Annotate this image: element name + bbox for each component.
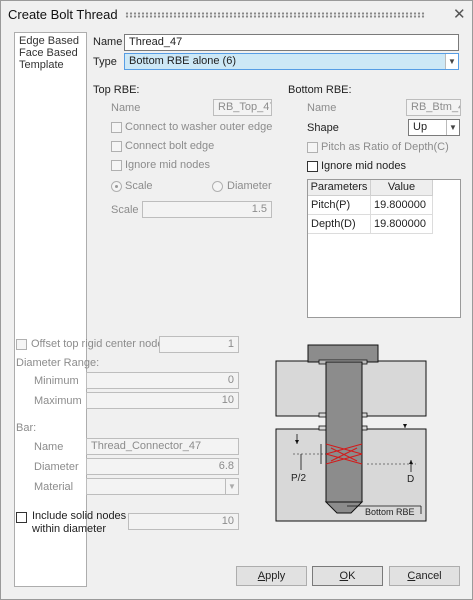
table-cell-value[interactable]: 19.800000 (371, 215, 433, 234)
bottom-rbe-name-label: Name (307, 102, 337, 114)
close-icon[interactable]: ✕ (453, 5, 466, 23)
name-input[interactable]: Thread_47 (124, 34, 459, 51)
top-rbe-name-label: Name (111, 102, 141, 114)
connect-bolt-checkbox[interactable] (111, 141, 122, 152)
name-label: Name (93, 36, 123, 48)
title-bar[interactable]: Create Bolt Thread ✕ (1, 1, 472, 29)
parameters-table[interactable]: Parameters Value Pitch(P) 19.800000 Dept… (307, 179, 461, 318)
minimum-label: Minimum (34, 375, 79, 387)
cancel-button[interactable]: Cancel (389, 566, 460, 586)
ok-button[interactable]: OK (312, 566, 383, 586)
table-header-parameters: Parameters (308, 180, 371, 196)
method-item-face-based[interactable]: Face Based (19, 47, 78, 59)
top-ignore-mid-checkbox[interactable] (111, 160, 122, 171)
type-select[interactable]: Bottom RBE alone (6) ▼ (124, 53, 459, 70)
connect-washer-checkbox[interactable] (111, 122, 122, 133)
diagram-d-label: D (407, 474, 415, 485)
top-rbe-header: Top RBE: (93, 84, 140, 96)
bar-material-label: Material (34, 481, 74, 493)
table-cell-value[interactable]: 19.800000 (371, 196, 433, 215)
create-bolt-thread-dialog: Create Bolt Thread ✕ Edge Based Face Bas… (0, 0, 473, 600)
table-header-value: Value (371, 180, 433, 196)
offset-checkbox[interactable] (16, 339, 27, 350)
top-rbe-name-input[interactable]: RB_Top_47 (213, 99, 272, 116)
type-select-value: Bottom RBE alone (6) (129, 55, 236, 67)
bolt-diagram (275, 344, 427, 522)
bar-diameter-label: Diameter (34, 461, 79, 473)
bottom-rbe-name-input[interactable]: RB_Btm_47 (406, 99, 461, 116)
solid-nodes-diameter-input[interactable]: 10 (128, 513, 239, 530)
scale-input[interactable]: 1.5 (142, 201, 272, 218)
bottom-ignore-mid-checkbox[interactable] (307, 161, 318, 172)
dialog-title: Create Bolt Thread (8, 7, 118, 22)
diagram-p-label: P/2 (291, 473, 307, 484)
chevron-down-icon[interactable]: ▼ (225, 479, 238, 494)
shape-label: Shape (307, 122, 339, 134)
maximum-input[interactable]: 10 (86, 392, 239, 409)
include-solid-nodes-label-1: Include solid nodes (32, 510, 127, 522)
type-label: Type (93, 56, 117, 68)
method-list[interactable]: Edge Based Face Based Template (14, 32, 87, 587)
maximum-label: Maximum (34, 395, 82, 407)
bar-header: Bar: (16, 422, 37, 434)
apply-button[interactable]: Apply (236, 566, 307, 586)
scale-radio-label: Scale (125, 180, 153, 192)
bar-name-label: Name (34, 441, 64, 453)
shape-select-value: Up (413, 121, 428, 133)
connect-washer-label: Connect to washer outer edge (125, 121, 273, 133)
shape-select[interactable]: Up ▼ (408, 119, 460, 136)
include-solid-nodes-checkbox[interactable] (16, 512, 27, 523)
table-cell-param: Pitch(P) (308, 196, 371, 215)
diameter-range-label: Diameter Range: (16, 357, 100, 369)
chevron-down-icon[interactable]: ▼ (445, 54, 458, 69)
diagram-bottom-rbe-label: Bottom RBE (365, 507, 415, 517)
bolt-shank-shape (325, 361, 363, 503)
pitch-ratio-checkbox[interactable] (307, 142, 318, 153)
grip-icon[interactable] (125, 12, 425, 18)
bar-name-input[interactable]: Thread_Connector_47 (86, 438, 239, 455)
minimum-input[interactable]: 0 (86, 372, 239, 389)
diameter-radio[interactable] (212, 181, 223, 192)
bottom-rbe-header: Bottom RBE: (288, 84, 352, 96)
top-ignore-mid-label: Ignore mid nodes (125, 159, 210, 171)
bolt-head-shape (307, 344, 379, 363)
diameter-radio-label: Diameter (227, 180, 272, 192)
bottom-ignore-mid-label: Ignore mid nodes (321, 160, 406, 172)
include-solid-nodes-label-2: within diameter (32, 523, 106, 535)
connect-bolt-label: Connect bolt edge (125, 140, 215, 152)
offset-input[interactable]: 1 (159, 336, 239, 353)
scale-radio[interactable] (111, 181, 122, 192)
chevron-down-icon[interactable]: ▼ (446, 120, 459, 135)
method-item-template[interactable]: Template (19, 59, 64, 71)
bar-material-select[interactable]: ▼ (86, 478, 239, 495)
offset-label: Offset top rigid center node (31, 338, 164, 350)
method-item-edge-based[interactable]: Edge Based (19, 35, 79, 47)
bar-diameter-input[interactable]: 6.8 (86, 458, 239, 475)
table-cell-param: Depth(D) (308, 215, 371, 234)
pitch-ratio-label: Pitch as Ratio of Depth(C) (321, 141, 449, 153)
scale-label: Scale (111, 204, 139, 216)
